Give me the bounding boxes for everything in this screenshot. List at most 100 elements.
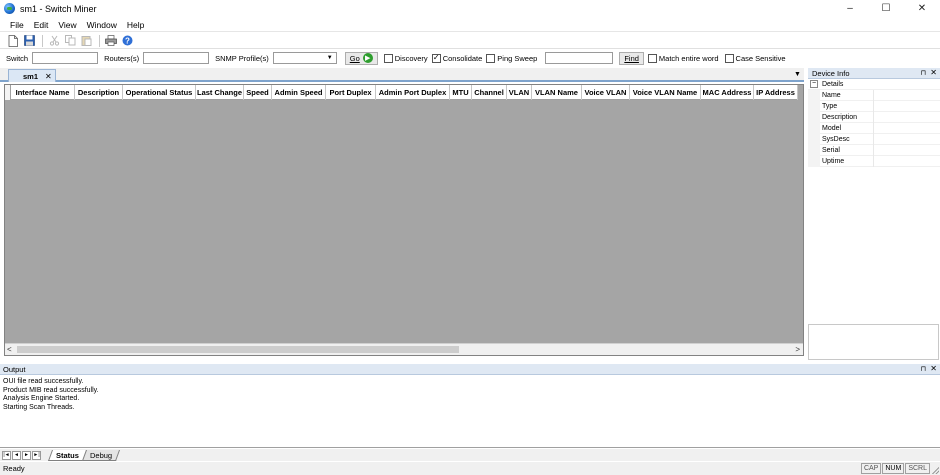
property-description: Description <box>820 111 874 123</box>
consolidate-label: Consolidate <box>442 53 483 63</box>
device-info-header: Device Info ⊓ ✕ <box>808 68 940 79</box>
column-ip-address[interactable]: IP Address <box>754 85 798 100</box>
property-row-model[interactable]: Model <box>808 122 940 134</box>
go-label: Go <box>349 53 360 63</box>
discovery-checkbox-box[interactable] <box>383 53 393 63</box>
tab-status[interactable]: Status <box>47 449 87 461</box>
column-operational-status[interactable]: Operational Status <box>123 85 196 100</box>
close-button[interactable]: ✕ <box>904 0 940 17</box>
column-port-duplex[interactable]: Port Duplex <box>326 85 376 100</box>
property-category-details[interactable]: − Details <box>808 79 940 90</box>
find-button[interactable]: Find <box>619 51 644 65</box>
column-interface-name[interactable]: Interface Name <box>11 85 75 100</box>
column-channel[interactable]: Channel <box>472 85 507 100</box>
column-mtu[interactable]: MTU <box>450 85 472 100</box>
new-icon[interactable] <box>6 34 20 47</box>
scroll-right-arrow-icon[interactable]: > <box>795 345 800 354</box>
tab-sm1[interactable]: sm1 ✕ <box>8 69 56 82</box>
close-icon[interactable]: ✕ <box>930 364 937 373</box>
property-gutter <box>808 133 820 145</box>
scrollbar-thumb[interactable] <box>17 346 459 353</box>
horizontal-scrollbar[interactable]: < > <box>5 343 803 355</box>
menu-window[interactable]: Window <box>82 20 122 30</box>
snmp-profile-select[interactable]: ▼ <box>272 52 337 64</box>
close-icon[interactable]: ✕ <box>45 72 52 81</box>
pin-icon[interactable]: ⊓ <box>921 69 926 77</box>
menu-edit[interactable]: Edit <box>29 20 54 30</box>
property-row-description[interactable]: Description <box>808 111 940 123</box>
scroll-left-arrow-icon[interactable]: < <box>7 345 12 354</box>
column-description[interactable]: Description <box>75 85 123 100</box>
collapse-icon[interactable]: − <box>810 80 818 88</box>
next-tab-icon[interactable]: ► <box>22 450 31 460</box>
property-row-sysdesc[interactable]: SysDesc <box>808 133 940 145</box>
column-vlan[interactable]: VLAN <box>507 85 532 100</box>
match-entire-word-checkbox-box[interactable] <box>647 53 657 63</box>
discovery-checkbox[interactable]: Discovery <box>383 53 428 63</box>
device-info-title: Device Info <box>812 68 850 78</box>
column-admin-port-duplex[interactable]: Admin Port Duplex <box>376 85 450 100</box>
output-title: Output <box>3 364 26 374</box>
property-row-serial[interactable]: Serial <box>808 144 940 156</box>
consolidate-checkbox[interactable]: ✓ Consolidate <box>431 53 483 63</box>
filter-bar: Switch Routers(s) SNMP Profile(s) ▼ Go ▶… <box>0 50 940 66</box>
column-speed[interactable]: Speed <box>244 85 272 100</box>
menu-bar: File Edit View Window Help <box>0 18 940 32</box>
go-button[interactable]: Go ▶ <box>344 51 378 65</box>
ping-sweep-checkbox-box[interactable] <box>486 53 496 63</box>
paste-icon[interactable] <box>79 34 93 47</box>
toolbar: ? <box>0 33 940 49</box>
caps-lock-indicator: CAP <box>860 463 882 474</box>
document-tab-strip: sm1 ✕ ▼ <box>0 68 804 82</box>
tab-sm1-label: sm1 <box>23 71 39 81</box>
find-input[interactable] <box>545 52 614 64</box>
property-gutter <box>808 89 820 101</box>
menu-file[interactable]: File <box>5 20 29 30</box>
property-gutter <box>808 144 820 156</box>
cut-icon[interactable] <box>47 34 61 47</box>
toolbar-separator <box>99 34 100 47</box>
grid-header: Interface Name Description Operational S… <box>5 85 798 100</box>
ping-sweep-checkbox[interactable]: Ping Sweep <box>486 53 538 63</box>
previous-tab-icon[interactable]: ◄ <box>12 450 21 460</box>
property-row-type[interactable]: Type <box>808 100 940 112</box>
maximize-button[interactable]: ☐ <box>868 0 904 17</box>
chevron-down-icon[interactable]: ▼ <box>793 70 802 79</box>
column-voice-vlan-name[interactable]: Voice VLAN Name <box>630 85 701 100</box>
help-icon[interactable]: ? <box>120 34 134 47</box>
print-icon[interactable] <box>104 34 118 47</box>
case-sensitive-checkbox[interactable]: Case Sensitive <box>724 53 786 63</box>
pin-icon[interactable]: ⊓ <box>921 365 926 373</box>
column-last-change[interactable]: Last Change <box>196 85 244 100</box>
find-label: Find <box>624 53 639 63</box>
routers-input[interactable] <box>143 52 210 64</box>
copy-icon[interactable] <box>63 34 77 47</box>
close-icon[interactable]: ✕ <box>930 68 937 77</box>
column-voice-vlan[interactable]: Voice VLAN <box>582 85 630 100</box>
device-info-panel: Device Info ⊓ ✕ − Details Name Type Desc… <box>808 68 940 362</box>
save-icon[interactable] <box>22 34 36 47</box>
switch-input[interactable] <box>32 52 99 64</box>
column-admin-speed[interactable]: Admin Speed <box>272 85 326 100</box>
property-row-name[interactable]: Name <box>808 89 940 101</box>
ping-sweep-label: Ping Sweep <box>497 53 538 63</box>
case-sensitive-label: Case Sensitive <box>735 53 786 63</box>
column-vlan-name[interactable]: VLAN Name <box>532 85 582 100</box>
interface-grid[interactable]: Interface Name Description Operational S… <box>4 84 804 356</box>
property-gutter <box>808 122 820 134</box>
minimize-button[interactable]: – <box>832 0 868 17</box>
column-mac-address[interactable]: MAC Address <box>701 85 754 100</box>
output-log[interactable]: OUI file read successfully. Product MIB … <box>0 376 940 448</box>
menu-view[interactable]: View <box>53 20 81 30</box>
property-row-uptime[interactable]: Uptime <box>808 155 940 167</box>
status-bar: Ready CAP NUM SCRL <box>0 462 940 475</box>
match-entire-word-checkbox[interactable]: Match entire word <box>647 53 719 63</box>
consolidate-checkbox-box[interactable]: ✓ <box>431 53 441 63</box>
first-tab-icon[interactable]: |◄ <box>2 450 11 460</box>
case-sensitive-checkbox-box[interactable] <box>724 53 734 63</box>
resize-grip-icon[interactable] <box>932 467 939 474</box>
last-tab-icon[interactable]: ►| <box>32 450 41 460</box>
menu-help[interactable]: Help <box>122 20 149 30</box>
tab-debug-label: Debug <box>90 450 113 459</box>
tab-debug[interactable]: Debug <box>81 449 121 461</box>
